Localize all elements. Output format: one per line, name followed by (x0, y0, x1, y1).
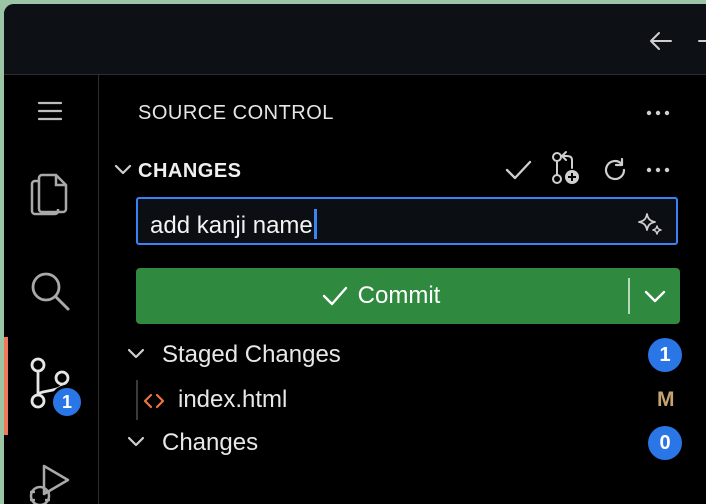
commit-message-value: add kanji name (150, 212, 313, 239)
activity-bar: 1 (4, 75, 99, 504)
commit-button[interactable]: Commit (136, 268, 626, 324)
changes-count-badge: 0 (648, 426, 682, 460)
back-arrow-icon[interactable] (646, 26, 676, 56)
changes-section-header[interactable]: CHANGES (99, 150, 706, 190)
panel-more-actions-icon[interactable] (642, 97, 674, 129)
changes-label: Changes (162, 429, 259, 456)
run-debug-icon[interactable] (24, 457, 76, 504)
staged-changes-label: Staged Changes (162, 341, 341, 368)
commit-check-icon[interactable] (502, 154, 534, 186)
vscode-window: 1 SOURCE CONTROL CHANGES add kanji name … (4, 4, 706, 504)
more-actions-icon[interactable] (642, 154, 674, 186)
commit-dropdown-button[interactable] (630, 268, 680, 324)
active-indicator (4, 337, 8, 435)
chevron-down-icon (644, 290, 666, 303)
commit-message-input[interactable]: add kanji name (136, 197, 678, 245)
chevron-down-icon[interactable] (123, 429, 151, 457)
file-name: index.html (178, 386, 288, 413)
file-row-index-html[interactable]: index.html M (99, 380, 706, 420)
check-icon (322, 286, 347, 306)
source-control-panel: SOURCE CONTROL CHANGES add kanji name Co… (99, 75, 706, 504)
panel-title: SOURCE CONTROL (138, 102, 334, 124)
create-pull-request-icon[interactable] (550, 151, 582, 184)
changes-group[interactable]: Changes 0 (99, 423, 706, 463)
section-title: CHANGES (138, 160, 242, 182)
chevron-down-icon[interactable] (107, 154, 139, 186)
forward-arrow-icon[interactable] (694, 26, 706, 56)
staged-count-badge: 1 (648, 338, 682, 372)
explorer-icon[interactable] (24, 167, 76, 219)
title-bar (4, 4, 706, 75)
menu-icon[interactable] (24, 85, 76, 137)
commit-message-text[interactable]: add kanji name (150, 209, 317, 240)
sparkle-icon[interactable] (636, 209, 664, 237)
indent-guide (136, 380, 138, 420)
refresh-icon[interactable] (599, 154, 631, 186)
commit-button-group: Commit (136, 268, 680, 324)
text-caret (313, 209, 317, 239)
commit-button-label: Commit (357, 282, 441, 309)
scm-count-badge: 1 (50, 385, 84, 419)
chevron-down-icon[interactable] (123, 341, 151, 369)
search-icon[interactable] (24, 265, 76, 317)
html-code-icon (141, 388, 167, 414)
file-status-modified: M (657, 388, 675, 411)
staged-changes-group[interactable]: Staged Changes 1 (99, 335, 706, 375)
